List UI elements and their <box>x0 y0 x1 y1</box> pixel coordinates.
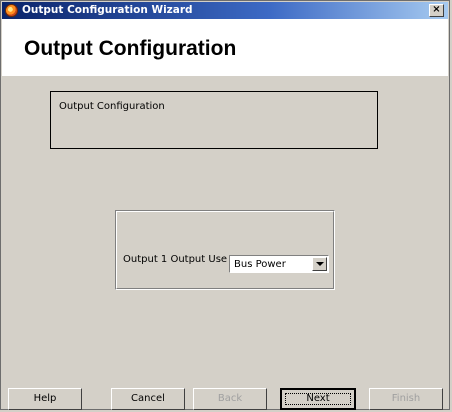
description-box: Output Configuration <box>50 91 378 149</box>
output-use-select[interactable]: Bus Power <box>229 255 329 273</box>
next-button[interactable]: Next <box>280 388 356 410</box>
focus-rect <box>285 393 351 405</box>
close-button[interactable]: × <box>429 4 444 17</box>
title-bar: Output Configuration Wizard × <box>2 2 448 19</box>
help-button[interactable]: Help <box>8 388 82 410</box>
app-logo-icon <box>5 4 18 17</box>
back-button[interactable]: Back <box>193 388 267 410</box>
cancel-button[interactable]: Cancel <box>111 388 185 410</box>
description-text: Output Configuration <box>59 101 165 112</box>
page-title: Output Configuration <box>24 37 237 60</box>
window-title: Output Configuration Wizard <box>22 4 193 16</box>
wizard-header: Output Configuration <box>2 19 448 76</box>
chevron-down-icon[interactable] <box>312 257 327 271</box>
finish-button[interactable]: Finish <box>369 388 443 410</box>
output-use-value: Bus Power <box>234 259 286 270</box>
wizard-window: Output Configuration Wizard × Output Con… <box>0 0 450 410</box>
output-use-label: Output 1 Output Use <box>123 254 228 265</box>
output-use-group: Output 1 Output Use Bus Power <box>115 210 335 290</box>
